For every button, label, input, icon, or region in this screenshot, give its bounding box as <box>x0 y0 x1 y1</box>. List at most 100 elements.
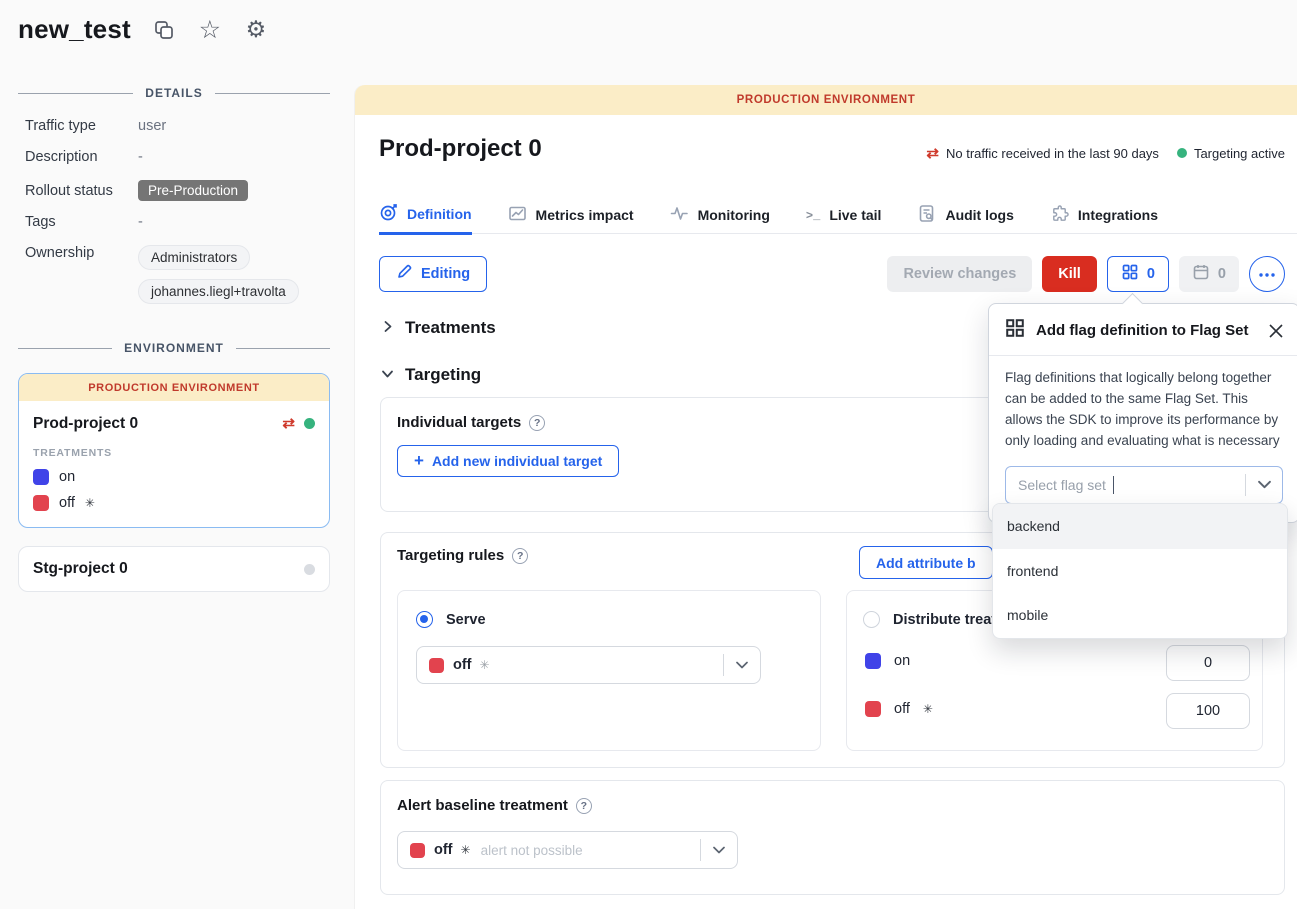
owner-pill[interactable]: johannes.liegl+travolta <box>138 279 299 304</box>
help-icon[interactable] <box>512 548 528 564</box>
alert-baseline-title: Alert baseline treatment <box>397 797 568 814</box>
chevron-right-icon <box>381 318 394 338</box>
flag-set-option-mobile[interactable]: mobile <box>993 593 1287 638</box>
rollout-status-badge: Pre-Production <box>138 180 248 201</box>
alert-baseline-select[interactable]: off alert not possible <box>397 831 738 869</box>
treatment-name: on <box>59 469 75 485</box>
tab-integrations[interactable]: Integrations <box>1050 198 1158 233</box>
environment-card-production[interactable]: PRODUCTION ENVIRONMENT Prod-project 0 TR… <box>18 373 330 528</box>
tab-live-tail[interactable]: Live tail <box>806 198 882 233</box>
kill-button[interactable]: Kill <box>1042 256 1097 292</box>
production-environment-banner: PRODUCTION ENVIRONMENT <box>19 374 329 401</box>
star-icon[interactable] <box>197 17 223 43</box>
default-treatment-icon <box>85 495 95 511</box>
environment-divider: ENVIRONMENT <box>18 341 330 355</box>
flag-set-select-placeholder: Select flag set <box>1018 477 1106 493</box>
treatment-name: on <box>894 653 910 669</box>
audit-log-icon <box>917 204 936 226</box>
add-attribute-rule-button[interactable]: Add attribute b <box>859 546 993 579</box>
pencil-icon <box>396 263 413 284</box>
text-caret <box>1113 476 1115 494</box>
popup-title: Add flag definition to Flag Set <box>1036 322 1258 339</box>
flag-sets-count: 0 <box>1147 266 1155 282</box>
tab-audit-logs[interactable]: Audit logs <box>917 198 1013 233</box>
editing-button[interactable]: Editing <box>379 256 487 292</box>
environment-name: Prod-project 0 <box>33 415 282 433</box>
distribute-off-percentage-input[interactable] <box>1166 693 1250 729</box>
tab-metrics-impact[interactable]: Metrics impact <box>508 198 634 233</box>
active-status-dot <box>304 418 315 429</box>
plus-icon <box>414 451 424 471</box>
distribute-row-off: off <box>865 701 933 717</box>
traffic-status-text: No traffic received in the last 90 days <box>946 146 1159 161</box>
targeting-section-toggle[interactable]: Targeting <box>381 365 481 385</box>
status-row: No traffic received in the last 90 days … <box>926 144 1285 162</box>
tab-definition[interactable]: Definition <box>379 198 472 235</box>
details-heading: DETAILS <box>145 86 202 100</box>
pulse-icon <box>670 204 689 226</box>
traffic-icon <box>926 144 939 162</box>
environment-name: Stg-project 0 <box>33 560 304 578</box>
distribute-radio[interactable] <box>863 611 880 628</box>
production-environment-banner: PRODUCTION ENVIRONMENT <box>355 85 1297 115</box>
treatment-on-swatch <box>33 469 49 485</box>
serve-treatment-value: off <box>453 657 472 673</box>
treatment-row: off <box>33 495 315 511</box>
treatments-section-toggle[interactable]: Treatments <box>381 318 496 338</box>
distribute-on-percentage-input[interactable] <box>1166 645 1250 681</box>
description-value: - <box>138 149 143 165</box>
flag-set-option-backend[interactable]: backend <box>993 504 1287 549</box>
details-divider: DETAILS <box>18 86 330 100</box>
schedule-button[interactable]: 0 <box>1179 256 1239 292</box>
serve-treatment-select[interactable]: off <box>416 646 761 684</box>
treatment-off-swatch <box>410 843 425 858</box>
default-treatment-icon <box>461 841 471 859</box>
serve-option-card: Serve off <box>397 590 821 751</box>
add-individual-target-button[interactable]: Add new individual target <box>397 445 619 477</box>
flag-set-option-frontend[interactable]: frontend <box>993 549 1287 594</box>
more-actions-button[interactable] <box>1249 256 1285 292</box>
close-icon[interactable] <box>1269 324 1283 338</box>
treatment-off-swatch <box>429 658 444 673</box>
kill-label: Kill <box>1058 266 1081 282</box>
help-icon[interactable] <box>529 415 545 431</box>
targeting-rules-title: Targeting rules <box>397 547 504 564</box>
targeting-status: Targeting active <box>1177 146 1285 161</box>
tab-monitoring[interactable]: Monitoring <box>670 198 770 233</box>
flag-set-select[interactable]: Select flag set <box>1005 466 1283 504</box>
tab-label: Metrics impact <box>536 207 634 223</box>
flag-sets-button[interactable]: 0 <box>1107 256 1169 292</box>
tab-label: Definition <box>407 206 472 222</box>
review-changes-button[interactable]: Review changes <box>887 256 1032 292</box>
traffic-status: No traffic received in the last 90 days <box>926 144 1159 162</box>
chevron-down-icon <box>701 846 737 854</box>
puzzle-icon <box>1050 204 1069 226</box>
add-flag-to-flagset-popup: Add flag definition to Flag Set Flag def… <box>988 303 1297 523</box>
gear-icon[interactable] <box>243 17 269 43</box>
tags-label: Tags <box>25 214 138 230</box>
copy-icon[interactable] <box>151 17 177 43</box>
chevron-down-icon <box>381 365 394 385</box>
page-header: new_test <box>18 14 269 45</box>
serve-label: Serve <box>446 612 486 628</box>
flag-name-title: new_test <box>18 14 131 45</box>
alert-not-possible-hint: alert not possible <box>481 843 583 858</box>
serve-radio[interactable] <box>416 611 433 628</box>
treatments-label: TREATMENTS <box>33 447 315 459</box>
description-row: Description - <box>25 149 330 165</box>
tab-label: Monitoring <box>698 207 770 223</box>
terminal-icon <box>806 206 820 223</box>
treatments-section-label: Treatments <box>405 318 496 338</box>
help-icon[interactable] <box>576 798 592 814</box>
inactive-status-dot <box>304 564 315 575</box>
ellipsis-icon <box>1258 265 1276 283</box>
owner-pill[interactable]: Administrators <box>138 245 250 270</box>
tags-value: - <box>138 214 143 230</box>
treatment-name: off <box>894 701 910 717</box>
schedule-count: 0 <box>1218 266 1226 282</box>
targeting-status-text: Targeting active <box>1194 146 1285 161</box>
tab-label: Integrations <box>1078 207 1158 223</box>
page-title: Prod-project 0 <box>379 135 542 163</box>
tab-bar: Definition Metrics impact Monitoring Liv… <box>379 198 1297 234</box>
environment-card-staging[interactable]: Stg-project 0 <box>18 546 330 592</box>
